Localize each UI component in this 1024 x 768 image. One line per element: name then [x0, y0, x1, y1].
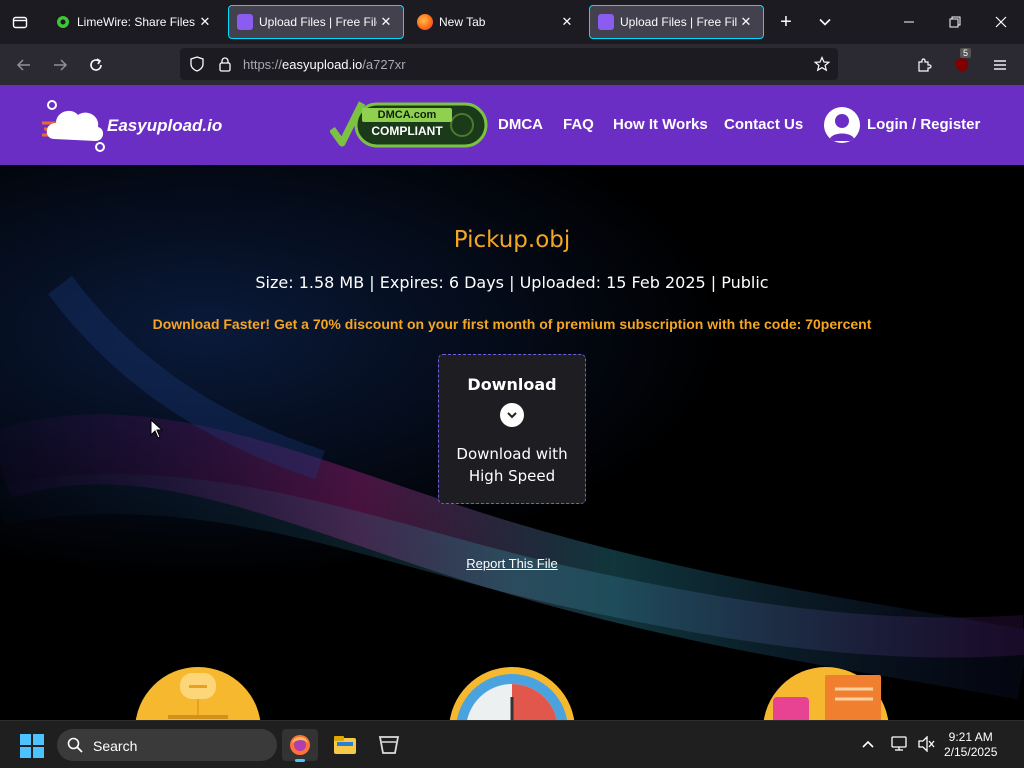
report-file-link[interactable]: Report This File [0, 556, 1024, 571]
tab-title: LimeWire: Share Files - [77, 15, 196, 29]
download-button[interactable]: Download Download with High Speed [438, 354, 586, 504]
feature-documents-icon [763, 667, 889, 720]
easyupload-icon [598, 14, 614, 30]
url-text[interactable]: https://easyupload.io/a727xr [243, 57, 406, 72]
nav-contact-us[interactable]: Contact Us [724, 116, 803, 133]
tab-easyupload-2[interactable]: Upload Files | Free File ✕ [589, 5, 764, 39]
tab-list-icon[interactable] [0, 0, 40, 44]
tab-limewire[interactable]: LimeWire: Share Files - ✕ [47, 5, 222, 39]
tab-title: Upload Files | Free File [620, 15, 737, 29]
report-file-label[interactable]: Report This File [466, 556, 558, 571]
windows-taskbar: Search 9:21 AM 2/15/2025 [0, 720, 1024, 768]
tab-new-tab[interactable]: New Tab ✕ [409, 5, 584, 39]
shield-icon[interactable] [189, 56, 205, 77]
tab-easyupload-1[interactable]: Upload Files | Free File ✕ [228, 5, 404, 39]
mouse-cursor-icon [150, 418, 164, 444]
feature-lightbulb-icon [135, 667, 261, 720]
new-tab-plus-icon[interactable]: + [774, 10, 798, 34]
nav-how-it-works[interactable]: How It Works [613, 116, 708, 133]
taskbar-firefox-icon[interactable] [282, 729, 318, 762]
download-sublabel: Download with High Speed [456, 445, 568, 485]
show-hidden-icons-chevron-icon[interactable] [861, 737, 875, 756]
nav-faq[interactable]: FAQ [563, 116, 594, 133]
volume-muted-icon[interactable] [918, 735, 936, 757]
clock-date: 2/15/2025 [944, 745, 998, 759]
taskbar-search-box[interactable]: Search [57, 729, 277, 761]
ublock-shield-icon[interactable]: 5 [950, 48, 974, 77]
dmca-line2: COMPLIANT [371, 124, 443, 138]
windows-start-icon[interactable] [20, 734, 44, 763]
cloud-logo-icon[interactable] [40, 97, 108, 158]
site-logo-text[interactable]: Easyupload.io [107, 116, 222, 136]
close-tab-icon[interactable]: ✕ [737, 14, 755, 30]
close-window-icon[interactable] [989, 10, 1013, 34]
restore-icon[interactable] [943, 10, 967, 34]
bookmark-star-icon[interactable] [813, 56, 831, 77]
easyupload-icon [237, 14, 253, 30]
tab-title: New Tab [439, 15, 486, 29]
limewire-icon [55, 14, 71, 30]
url-scheme: https:// [243, 57, 283, 72]
user-avatar-icon[interactable] [824, 107, 860, 143]
file-metadata: Size: 1.58 MB | Expires: 6 Days | Upload… [255, 273, 769, 292]
close-tab-icon[interactable]: ✕ [196, 14, 214, 30]
search-icon [67, 737, 83, 758]
download-page-main: Pickup.obj Size: 1.58 MB | Expires: 6 Da… [0, 165, 1024, 720]
taskbar-file-explorer-icon[interactable] [327, 729, 363, 761]
firefox-icon [417, 14, 433, 30]
url-path: /a727xr [362, 57, 406, 72]
download-label: Download [467, 375, 557, 394]
extension-badge: 5 [960, 48, 972, 58]
hamburger-menu-icon[interactable] [988, 53, 1012, 77]
search-placeholder: Search [93, 738, 138, 754]
url-domain: easyupload.io [282, 57, 363, 72]
active-indicator [295, 759, 305, 762]
taskbar-app-icon[interactable] [371, 729, 407, 761]
back-icon[interactable] [12, 53, 36, 77]
forward-icon[interactable] [48, 53, 72, 77]
browser-tab-strip: LimeWire: Share Files - ✕ Upload Files |… [0, 0, 1024, 44]
feature-clock-icon [449, 667, 575, 720]
extensions-puzzle-icon[interactable] [912, 53, 936, 77]
dmca-line1: DMCA.com [362, 108, 452, 122]
download-chevron-icon [500, 403, 524, 427]
clock-time: 9:21 AM [948, 730, 993, 744]
lock-icon[interactable] [217, 56, 233, 77]
network-icon[interactable] [891, 736, 909, 757]
minimize-icon[interactable] [897, 10, 921, 34]
close-tab-icon[interactable]: ✕ [558, 14, 576, 30]
login-register-link[interactable]: Login / Register [867, 116, 980, 133]
url-bar[interactable]: https://easyupload.io/a727xr [180, 48, 838, 80]
file-name-title: Pickup.obj [453, 227, 571, 253]
browser-navigation-bar: https://easyupload.io/a727xr 5 [0, 44, 1024, 85]
tab-title: Upload Files | Free File [259, 15, 377, 29]
site-header: Easyupload.io DMCA.com COMPLIANT DMCA FA… [0, 85, 1024, 165]
chevron-down-icon[interactable] [813, 10, 837, 34]
reload-icon[interactable] [84, 53, 108, 77]
dmca-badge[interactable]: DMCA.com COMPLIANT [330, 101, 488, 149]
system-clock[interactable]: 9:21 AM 2/15/2025 [944, 730, 997, 760]
nav-dmca[interactable]: DMCA [498, 116, 543, 133]
promo-banner[interactable]: Download Faster! Get a 70% discount on y… [0, 316, 1024, 332]
close-tab-icon[interactable]: ✕ [377, 14, 395, 30]
